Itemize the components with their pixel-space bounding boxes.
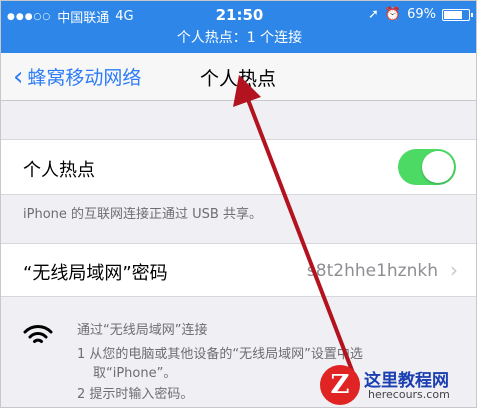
instructions-step1-line2: 取“iPhone”。 (93, 366, 177, 381)
status-right-icons: ➚ ⏰ 69% (368, 7, 473, 22)
watermark-sub-text: herecours.com (368, 388, 450, 401)
hotspot-connection-banner[interactable]: 个人热点：1 个连接 (1, 27, 476, 47)
instructions-step1-line1: 1 从您的电脑或其他设备的“无线局域网”设置中选 (77, 347, 363, 362)
chevron-right-icon: › (450, 258, 458, 282)
wifi-password-value: s8t2hhe1hznkh (306, 261, 438, 281)
hotspot-toggle-row: 个人热点 (1, 139, 476, 195)
wifi-icon (23, 325, 53, 343)
instructions-heading: 通过“无线局域网”连接 (77, 323, 208, 338)
wifi-password-label: “无线局域网”密码 (23, 263, 168, 284)
watermark-logo: Z (320, 365, 360, 405)
page-title: 个人热点 (200, 68, 277, 90)
hotspot-toggle-switch[interactable] (398, 149, 456, 185)
usb-sharing-note: iPhone 的互联网连接正通过 USB 共享。 (23, 207, 262, 222)
back-button[interactable]: ‹ 蜂窝移动网络 (13, 63, 141, 90)
hotspot-toggle-label: 个人热点 (23, 160, 95, 181)
battery-percent: 69% (407, 7, 436, 22)
wifi-password-row[interactable]: “无线局域网”密码 s8t2hhe1hznkh › (1, 243, 476, 297)
toggle-knob (422, 151, 454, 183)
screenshot-frame: ●●●○○ 中国联通 4G 21:50 ➚ ⏰ 69% 个人热点：1 个连接 ‹… (0, 0, 477, 408)
battery-icon (442, 8, 473, 21)
chevron-left-icon: ‹ (13, 61, 24, 92)
battery-fill (444, 10, 462, 19)
instructions-step2: 2 提示时输入密码。 (77, 387, 194, 402)
location-icon: ➚ (368, 7, 379, 22)
back-button-label: 蜂窝移动网络 (27, 67, 142, 89)
site-watermark: Z 这里教程网 herecours.com (320, 365, 470, 405)
navigation-bar: ‹ 蜂窝移动网络 个人热点 (1, 53, 476, 101)
status-bar: ●●●○○ 中国联通 4G 21:50 ➚ ⏰ 69% 个人热点：1 个连接 (1, 1, 476, 53)
alarm-icon: ⏰ (384, 7, 402, 22)
